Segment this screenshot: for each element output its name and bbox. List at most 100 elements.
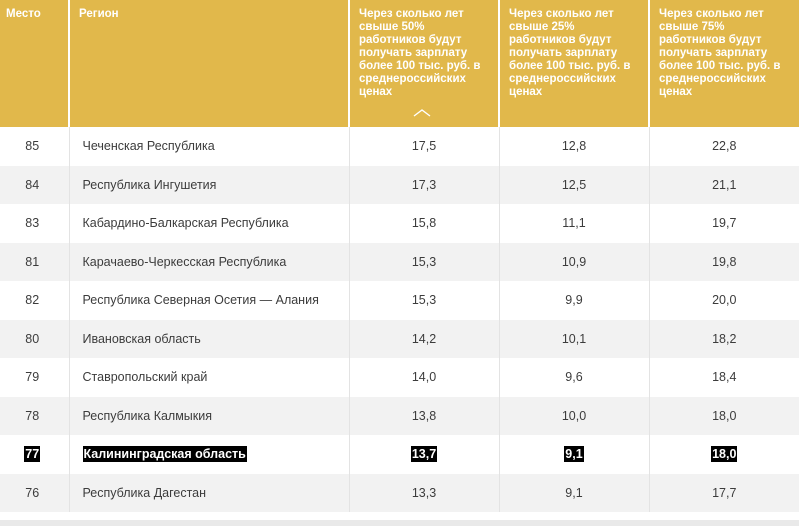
column-header-50pct[interactable]: Через сколько лет свыше 50% работников б… bbox=[349, 0, 500, 127]
rank-cell: 77 bbox=[0, 435, 70, 474]
table-row[interactable]: 77 Калининградская область 13,7 9,1 18,0 bbox=[0, 435, 799, 474]
years-50pct-cell-text: 15,3 bbox=[411, 293, 437, 308]
years-50pct-cell-text: 14,0 bbox=[411, 370, 437, 385]
rank-cell-text: 80 bbox=[25, 331, 40, 346]
rank-cell: 83 bbox=[0, 204, 70, 243]
years-50pct-cell: 17,5 bbox=[349, 127, 500, 166]
region-cell: Республика Северная Осетия — Алания bbox=[69, 281, 350, 320]
years-50pct-cell: 13,7 bbox=[349, 435, 500, 474]
region-cell: Республика Ингушетия bbox=[69, 165, 350, 204]
table-row[interactable]: 82 Республика Северная Осетия — Алания 15,… bbox=[0, 281, 799, 320]
table-row[interactable]: 84 Республика Ингушетия 17,3 12,5 21,1 bbox=[0, 165, 799, 204]
rank-cell-text: 83 bbox=[25, 216, 40, 231]
years-25pct-cell: 9,9 bbox=[499, 281, 650, 320]
rank-cell: 84 bbox=[0, 165, 70, 204]
table-row[interactable]: 78 Республика Калмыкия 13,8 10,0 18,0 bbox=[0, 396, 799, 435]
years-50pct-cell-text: 14,2 bbox=[411, 331, 437, 346]
years-25pct-cell-text: 10,9 bbox=[561, 254, 587, 269]
years-25pct-cell-text: 11,1 bbox=[562, 216, 586, 231]
rank-cell-text: 77 bbox=[24, 446, 41, 463]
years-50pct-cell-text: 15,8 bbox=[411, 216, 437, 231]
region-cell: Калининградская область bbox=[69, 435, 350, 474]
years-75pct-cell-text: 21,1 bbox=[712, 177, 737, 192]
years-25pct-cell: 11,1 bbox=[499, 204, 650, 243]
years-25pct-cell-text: 9,1 bbox=[564, 446, 584, 463]
years-50pct-cell-text: 15,3 bbox=[411, 254, 437, 269]
years-75pct-cell-text: 18,0 bbox=[712, 408, 737, 423]
years-75pct-cell-text: 22,8 bbox=[712, 139, 737, 154]
years-25pct-cell-text: 9,1 bbox=[565, 485, 583, 500]
region-cell: Кабардино-Балкарская Республика bbox=[69, 204, 350, 243]
years-25pct-cell: 12,5 bbox=[499, 165, 650, 204]
table-row[interactable]: 81 Карачаево-Черкесская Республика 15,3 10,… bbox=[0, 242, 799, 281]
rank-cell: 80 bbox=[0, 319, 70, 358]
rank-cell-text: 85 bbox=[25, 139, 40, 154]
years-25pct-cell-text: 9,9 bbox=[565, 293, 583, 308]
years-50pct-cell-text: 17,5 bbox=[411, 139, 437, 154]
years-50pct-cell: 14,0 bbox=[349, 358, 500, 397]
column-header-75pct[interactable]: Через сколько лет свыше 75% работников б… bbox=[649, 0, 799, 127]
rank-cell: 82 bbox=[0, 281, 70, 320]
table-body: 85 Чеченская Республика 17,5 12,8 22,8 84 Респ… bbox=[0, 127, 799, 512]
rank-cell-text: 76 bbox=[25, 485, 40, 500]
region-cell: Республика Дагестан bbox=[69, 473, 350, 512]
years-75pct-cell-text: 18,0 bbox=[711, 446, 738, 463]
rank-cell-text: 81 bbox=[25, 254, 40, 269]
years-25pct-cell: 12,8 bbox=[499, 127, 650, 166]
rank-cell-text: 84 bbox=[25, 177, 40, 192]
region-cell-text: Республика Ингушетия bbox=[82, 177, 217, 192]
years-75pct-cell: 18,2 bbox=[649, 319, 799, 358]
rank-cell-text: 79 bbox=[25, 370, 40, 385]
years-50pct-cell: 14,2 bbox=[349, 319, 500, 358]
years-75pct-cell-text: 20,0 bbox=[712, 293, 737, 308]
years-50pct-cell: 17,3 bbox=[349, 165, 500, 204]
years-75pct-cell: 20,0 bbox=[649, 281, 799, 320]
years-75pct-cell-text: 17,7 bbox=[712, 485, 737, 500]
years-50pct-cell-text: 17,3 bbox=[411, 177, 437, 192]
rank-cell: 79 bbox=[0, 358, 70, 397]
ranking-table: Место Регион Через сколько лет свыше 50%… bbox=[0, 0, 799, 512]
years-75pct-cell-text: 19,8 bbox=[712, 254, 737, 269]
years-25pct-cell-text: 9,6 bbox=[565, 370, 583, 385]
region-cell-text: Ивановская область bbox=[82, 331, 201, 346]
years-50pct-cell: 15,3 bbox=[349, 242, 500, 281]
years-25pct-cell-text: 10,1 bbox=[561, 331, 587, 346]
years-75pct-cell: 18,0 bbox=[649, 396, 799, 435]
years-75pct-cell-text: 18,2 bbox=[712, 331, 737, 346]
years-75pct-cell: 19,7 bbox=[649, 204, 799, 243]
region-cell-text: Чеченская Республика bbox=[82, 139, 215, 154]
table-row[interactable]: 83 Кабардино-Балкарская Республика 15,8 11,… bbox=[0, 204, 799, 243]
chevron-up-icon bbox=[413, 109, 431, 117]
region-cell: Республика Калмыкия bbox=[69, 396, 350, 435]
years-25pct-cell: 10,9 bbox=[499, 242, 650, 281]
rank-cell: 81 bbox=[0, 242, 70, 281]
years-50pct-cell: 15,3 bbox=[349, 281, 500, 320]
years-25pct-cell: 9,1 bbox=[499, 435, 650, 474]
table-header: Место Регион Через сколько лет свыше 50%… bbox=[0, 0, 799, 127]
table-row[interactable]: 79 Ставропольский край 14,0 9,6 18,4 bbox=[0, 358, 799, 397]
years-25pct-cell: 10,1 bbox=[499, 319, 650, 358]
table-row[interactable]: 85 Чеченская Республика 17,5 12,8 22,8 bbox=[0, 127, 799, 166]
ranking-table-view: Место Регион Через сколько лет свыше 50%… bbox=[0, 0, 799, 526]
scrollbar-track[interactable] bbox=[0, 520, 799, 526]
table-row[interactable]: 76 Республика Дагестан 13,3 9,1 17,7 bbox=[0, 473, 799, 512]
column-header-region[interactable]: Регион bbox=[69, 0, 350, 127]
years-25pct-cell: 9,6 bbox=[499, 358, 650, 397]
years-50pct-cell-text: 13,7 bbox=[410, 446, 438, 463]
years-50pct-cell: 13,8 bbox=[349, 396, 500, 435]
region-cell: Чеченская Республика bbox=[69, 127, 350, 166]
region-cell-text: Ставропольский край bbox=[82, 370, 208, 385]
region-cell-text: Кабардино-Балкарская Республика bbox=[82, 216, 289, 231]
table-row[interactable]: 80 Ивановская область 14,2 10,1 18,2 bbox=[0, 319, 799, 358]
rank-cell-text: 78 bbox=[25, 408, 40, 423]
header-row: Место Регион Через сколько лет свыше 50%… bbox=[0, 0, 799, 127]
region-cell-text: Карачаево-Черкесская Республика bbox=[82, 254, 287, 269]
years-50pct-cell: 15,8 bbox=[349, 204, 500, 243]
region-cell-text: Калининградская область bbox=[82, 446, 247, 463]
years-75pct-cell-text: 18,4 bbox=[712, 370, 737, 385]
years-25pct-cell: 10,0 bbox=[499, 396, 650, 435]
years-25pct-cell: 9,1 bbox=[499, 473, 650, 512]
column-header-rank[interactable]: Место bbox=[0, 0, 70, 127]
column-header-25pct[interactable]: Через сколько лет свыше 25% работников б… bbox=[499, 0, 650, 127]
rank-cell-text: 82 bbox=[25, 293, 40, 308]
